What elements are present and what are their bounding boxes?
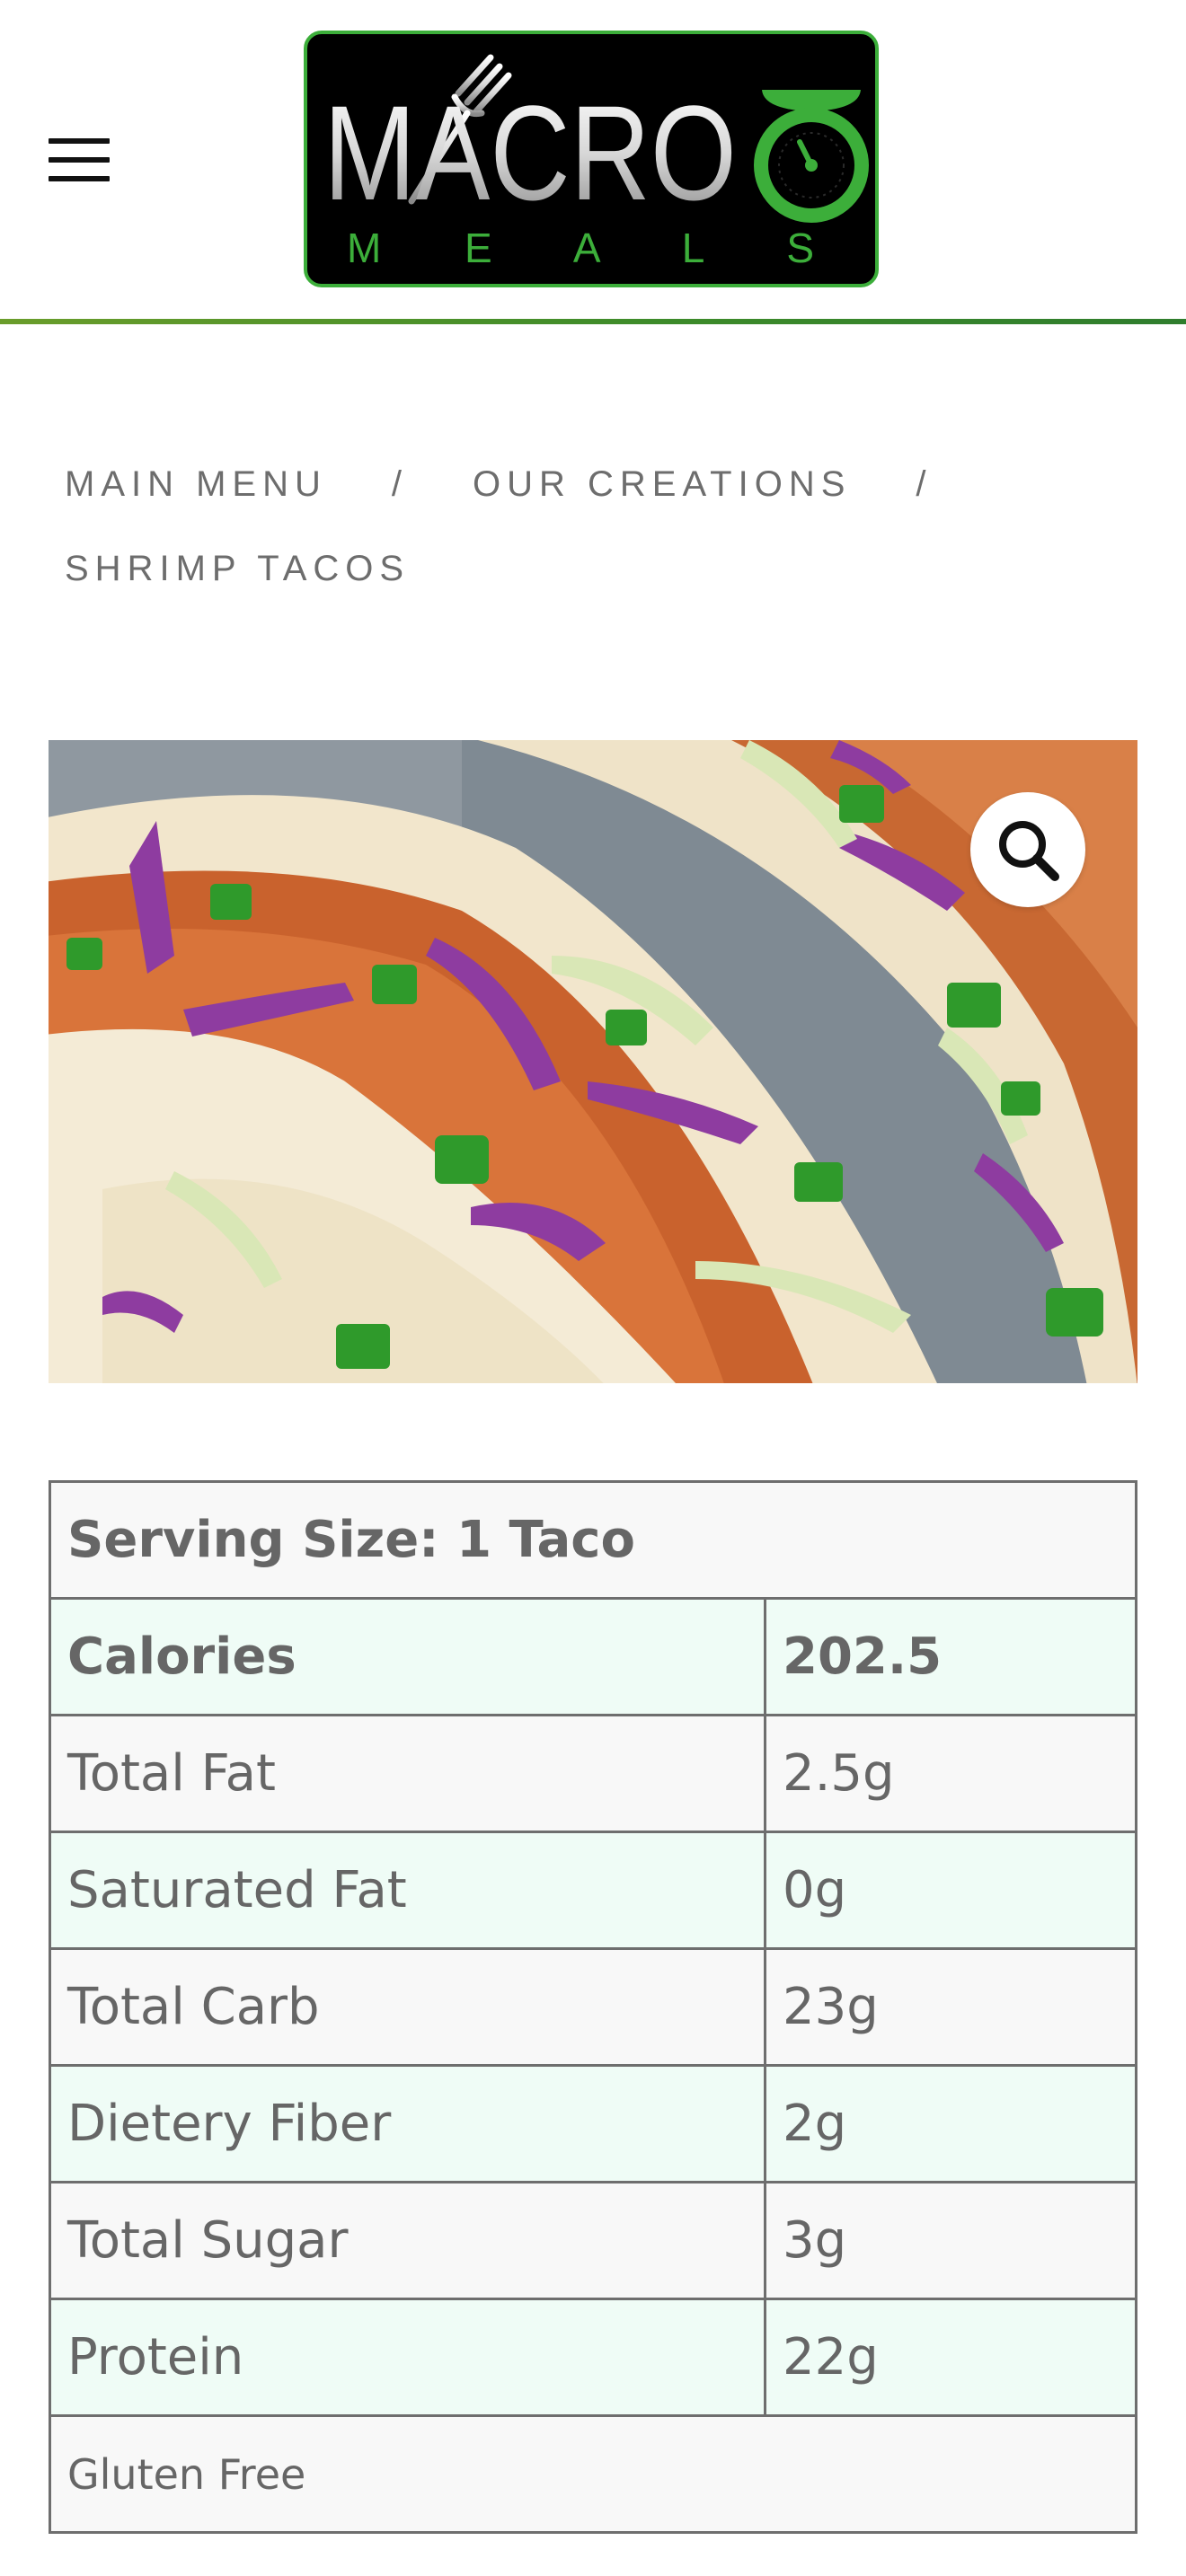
nutrient-label: Dietery Fiber	[49, 2064, 766, 2183]
menu-bar	[49, 157, 110, 163]
nutrient-value: 2g	[764, 2064, 1137, 2183]
breadcrumb-separator: /	[391, 464, 409, 504]
nutrient-label: Saturated Fat	[49, 1831, 766, 1950]
table-row: Serving Size: 1 Taco	[49, 1480, 1137, 1600]
table-row: Protein 22g	[49, 2298, 1137, 2417]
hamburger-menu-icon[interactable]	[45, 133, 113, 187]
nutrient-label: Total Sugar	[49, 2181, 766, 2300]
logo-subtitle: M E A L S	[347, 225, 814, 271]
header-divider	[0, 319, 1186, 324]
table-row: Calories 202.5	[49, 1597, 1137, 1716]
nutrient-value: 23g	[764, 1947, 1137, 2067]
nutrient-label: Total Carb	[49, 1947, 766, 2067]
menu-bar	[49, 176, 110, 181]
nutrient-value: 3g	[764, 2181, 1137, 2300]
nutrient-label: Total Fat	[49, 1714, 766, 1833]
nutrition-table: Serving Size: 1 Taco Calories 202.5 Tota…	[49, 1480, 1137, 2534]
table-row: Total Carb 23g	[49, 1947, 1137, 2067]
dietary-note: Gluten Free	[49, 2414, 1137, 2534]
table-row: Saturated Fat 0g	[49, 1831, 1137, 1950]
breadcrumb: MAIN MENU / OUR CREATIONS / SHRIMP TACOS	[65, 442, 1125, 611]
zoom-button[interactable]	[970, 792, 1085, 907]
breadcrumb-main-menu[interactable]: MAIN MENU	[65, 442, 327, 526]
nutrient-value: 22g	[764, 2298, 1137, 2417]
table-row: Dietery Fiber 2g	[49, 2064, 1137, 2183]
table-row: Total Fat 2.5g	[49, 1714, 1137, 1833]
breadcrumb-separator: /	[916, 464, 933, 504]
nutrient-label: Protein	[49, 2298, 766, 2417]
site-header: MACRO M E A L S	[0, 0, 1186, 324]
breadcrumb-current-page: SHRIMP TACOS	[65, 549, 411, 588]
nutrient-value: 202.5	[764, 1597, 1137, 1716]
breadcrumb-our-creations[interactable]: OUR CREATIONS	[473, 442, 851, 526]
menu-bar	[49, 138, 110, 144]
magnifier-icon	[999, 821, 1059, 881]
nutrient-label: Calories	[49, 1597, 766, 1716]
table-row: Total Sugar 3g	[49, 2181, 1137, 2300]
nutrient-value: 2.5g	[764, 1714, 1137, 1833]
table-row: Gluten Free	[49, 2414, 1137, 2534]
macro-meals-logo[interactable]: MACRO M E A L S	[304, 31, 879, 287]
nutrient-value: 0g	[764, 1831, 1137, 1950]
serving-size: Serving Size: 1 Taco	[49, 1480, 1137, 1600]
logo-word: MACRO	[323, 77, 737, 228]
